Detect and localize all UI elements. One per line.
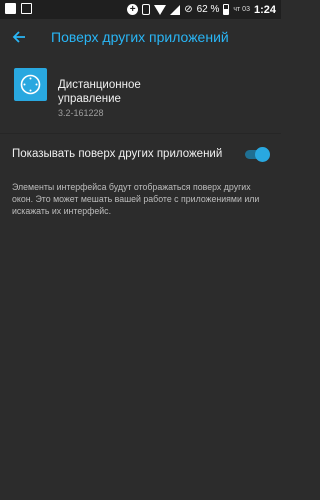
status-date: чт 03: [233, 6, 250, 13]
back-button[interactable]: [6, 24, 32, 50]
vibrate-icon: [142, 4, 151, 15]
wifi-icon: [154, 5, 167, 15]
app-version: 3.2-161228: [58, 108, 104, 118]
no-sim-icon: ⊘: [184, 4, 193, 15]
divider: [0, 133, 281, 134]
remote-control-icon: [14, 68, 47, 101]
permission-description: Элементы интерфейса будут отображаться п…: [12, 182, 260, 216]
square-icon: [5, 3, 16, 14]
image-icon: [21, 3, 32, 14]
app-name: Дистанционное управление: [58, 79, 141, 105]
signal-icon: [170, 4, 181, 15]
arrow-back-icon: [12, 31, 25, 43]
overlay-permission-row[interactable]: Показывать поверх других приложений: [0, 138, 281, 168]
overlay-permission-label: Показывать поверх других приложений: [12, 148, 223, 160]
battery-percent: 62 %: [196, 4, 220, 15]
overlay-permission-switch[interactable]: [245, 147, 270, 162]
status-bar: + ⊘ 62 % чт 03 1:24: [0, 0, 281, 19]
battery-icon: [223, 4, 230, 15]
app-info: Дистанционное управление 3.2-161228: [0, 66, 281, 126]
app-bar: Поверх других приложений: [0, 19, 281, 55]
status-time: 1:24: [253, 3, 276, 16]
plus-circle-icon: +: [127, 4, 139, 15]
page-title: Поверх других приложений: [51, 29, 229, 45]
switch-thumb: [255, 147, 270, 162]
